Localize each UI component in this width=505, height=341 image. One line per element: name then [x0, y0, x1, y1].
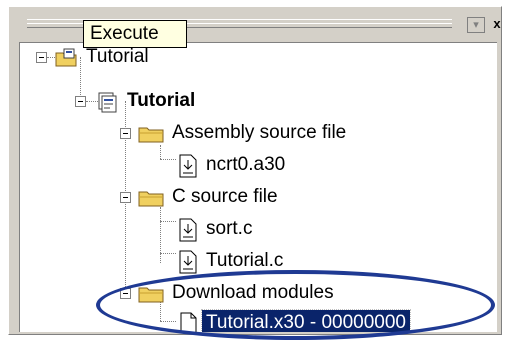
tree-node-tutorial-project[interactable]: Tutorial — [20, 87, 490, 115]
tree-node-label: C source file — [172, 186, 278, 207]
close-button[interactable]: x — [489, 17, 505, 31]
tree-node-label: Assembly source file — [172, 122, 347, 143]
tree-node-download-modules[interactable]: Download modules — [20, 279, 490, 307]
tree-node-label: Download modules — [172, 282, 334, 303]
module-file-icon — [180, 312, 198, 332]
tree-node-assembly-source-file[interactable]: Assembly source file — [20, 119, 490, 147]
project-folder-icon — [54, 47, 80, 78]
tree-node-label: Tutorial — [127, 90, 196, 111]
tree-node-tutorial-c[interactable]: Tutorial.c — [20, 247, 490, 275]
tree-node-sort-c[interactable]: sort.c — [20, 215, 490, 243]
tree-node-label: sort.c — [206, 218, 253, 239]
window-menu-button[interactable]: ▾ — [467, 17, 485, 33]
project-tree[interactable]: Tutorial Tutorial Assembly source file n… — [19, 42, 497, 332]
tree-node-label: ncrt0.a30 — [206, 154, 286, 175]
execute-tooltip: Execute — [83, 20, 187, 48]
tree-node-ncrt0-a30[interactable]: ncrt0.a30 — [20, 151, 490, 179]
tree-node-label-selected: Tutorial.x30 - 00000000 — [201, 309, 411, 332]
collapse-icon[interactable] — [120, 128, 131, 139]
tree-node-label: Tutorial.c — [206, 250, 284, 271]
tree-node-tutorial-x30[interactable]: Tutorial.x30 - 00000000 — [20, 309, 490, 332]
tree-node-c-source-file[interactable]: C source file — [20, 183, 490, 211]
folder-icon — [137, 187, 167, 218]
collapse-icon[interactable] — [36, 52, 47, 63]
collapse-icon[interactable] — [120, 192, 131, 203]
collapse-icon[interactable] — [75, 96, 86, 107]
collapse-icon[interactable] — [120, 288, 131, 299]
folder-icon — [137, 123, 167, 154]
